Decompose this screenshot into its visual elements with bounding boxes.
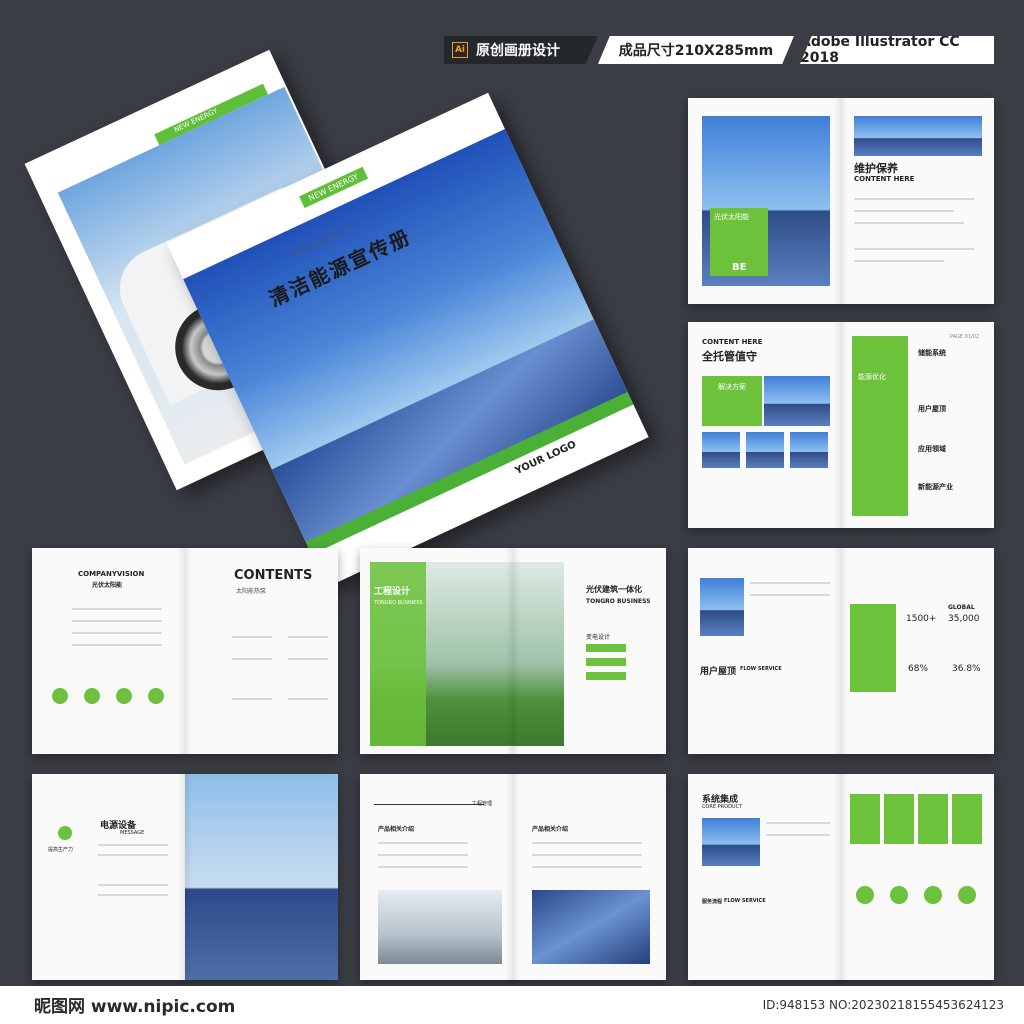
flow-step-1 [850,794,880,844]
footer-bar: 昵图网 www.nipic.com ID:948153 NO:202302181… [0,986,1024,1024]
header-tag-design: Ai 原创画册设计 [444,36,598,64]
feature-icon-2 [890,886,908,904]
circle-icon-1 [52,688,68,704]
spread-management: CONTENT HERE 全托管值守 解决方案 能源优化 PAGE 01/02 … [688,322,994,528]
list-marker-3 [586,672,626,680]
substation-design: 变电设计 [586,634,611,641]
flow-step-4 [952,794,982,844]
panel-photo [532,890,650,964]
stat-1: 1500+ [906,614,937,624]
stat-2-label: GLOBAL [948,604,975,611]
city-photo [702,432,740,468]
list-marker-2 [586,658,626,666]
spread2-subtitle: CONTENT HERE [702,338,763,346]
feature-icon-3 [924,886,942,904]
flow-sub: FLOW SERVICE [724,898,766,904]
solar-photo-2 [700,578,744,636]
feature-icon-4 [958,886,976,904]
spread2-heading-3: 应用领域 [918,445,946,453]
solution-label: 解决方案 [718,383,746,391]
project-label: 工程管理 [472,801,493,807]
bipv-sub: TONGRO BUSINESS [586,598,651,605]
green-panel [850,604,896,692]
tablet-photo [854,116,982,156]
circle-icon-2 [84,688,100,704]
illustrator-icon: Ai [452,42,468,58]
solar-label: 光伏太阳能 [714,213,749,221]
stat-4: 36.8% [952,664,981,674]
footer-logo: 昵图网 www.nipic.com [34,997,236,1017]
spread-rooftop: 用户屋顶 FLOW SERVICE 1500+ GLOBAL 35,000 68… [688,548,994,754]
field-photo [790,432,828,468]
footer-id: ID:948153 NO:20230218155453624123 [762,998,1004,1012]
location-icon [58,826,72,840]
flow-step-2 [884,794,914,844]
circle-icon-4 [148,688,164,704]
flow-title: 服务流程 [702,899,723,905]
spread-maintenance: 光伏太阳能 BE 维护保养 CONTENT HERE [688,98,994,304]
core-product-sub: CORE PRODUCT [702,804,743,810]
message-sub: MESSAGE [120,830,145,836]
badge-be: BE [732,262,747,273]
circle-icon-3 [116,688,132,704]
header-tag-software: Adobe Illustrator CC 2018 [800,36,994,64]
engineering-sub: TONGRO BUSINESS [374,600,423,606]
spread-bipv: 工程设计 TONGRO BUSINESS 光伏建筑一体化 TONGRO BUSI… [360,548,666,754]
company-vision-title: COMPANYVISION [78,570,145,578]
spread-contents: COMPANYVISION 光伏太阳能 CONTENTS 太阳能热泵 [32,548,338,754]
spread2-heading-1: 储能系统 [918,349,946,357]
rooftop-sub: FLOW SERVICE [740,666,782,672]
feature-icon-1 [856,886,874,904]
charging-station-photo [378,890,502,964]
spread2-heading-2: 用户屋顶 [918,405,946,413]
rooftop-title: 用户屋顶 [700,667,737,677]
contents-subtitle: 太阳能热泵 [236,588,267,595]
productivity-label: 提高生产力 [48,847,74,853]
spread1-title: 维护保养 [854,162,898,175]
spread1-subtitle: CONTENT HERE [854,175,915,183]
spread-product-intro: 工程管理 产品相关介绍 产品相关介绍 [360,774,666,980]
header-tag-design-label: 原创画册设计 [476,43,560,59]
spread2-title: 全托管值守 [702,350,757,363]
list-marker-1 [586,644,626,652]
company-vision-sub: 光伏太阳能 [92,582,123,589]
stat-2: 35,000 [948,614,980,624]
green-column-label: 能源优化 [858,373,886,381]
solar-photo-1 [764,376,830,426]
solar-farm-photo [702,818,760,866]
product-intro-title-1: 产品相关介绍 [378,826,415,833]
flow-step-3 [918,794,948,844]
roof-photo [746,432,784,468]
bipv-title: 光伏建筑一体化 [586,585,642,594]
spread-system-integration: 系统集成 CORE PRODUCT 服务流程 FLOW SERVICE [688,774,994,980]
technician-photo [185,774,338,980]
spread-power-equipment: 提高生产力 电源设备 MESSAGE [32,774,338,980]
stat-3: 68% [908,664,929,674]
page-number: PAGE 01/02 [950,334,980,340]
contents-title: CONTENTS [234,568,313,583]
engineering-title: 工程设计 [374,587,411,597]
product-intro-title-2: 产品相关介绍 [532,826,569,833]
header-tag-size: 成品尺寸210X285mm [598,36,794,64]
green-column [852,336,908,516]
spread2-heading-4: 新能源产业 [918,483,953,491]
